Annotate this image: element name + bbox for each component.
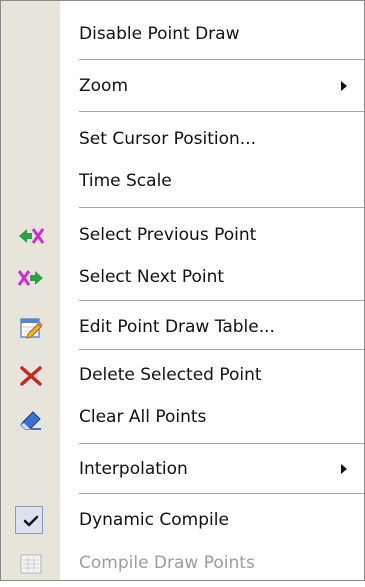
menu-separator	[79, 349, 364, 350]
context-menu: Disable Point Draw Zoom Set Cursor Posit…	[0, 0, 365, 581]
menu-item-label: Time Scale	[79, 171, 172, 191]
clear-points-icon	[17, 404, 45, 432]
menu-item-label: Compile Draw Points	[79, 553, 255, 573]
menu-item-select-next-point[interactable]: Select Next Point	[1, 255, 364, 301]
menu-item-interpolation[interactable]: Interpolation	[1, 447, 364, 493]
menu-item-dynamic-compile[interactable]: Dynamic Compile	[1, 498, 364, 544]
menu-item-label: Dynamic Compile	[79, 510, 229, 530]
menu-item-delete-selected-point[interactable]: Delete Selected Point	[1, 353, 364, 399]
checkmark-icon	[17, 507, 45, 535]
edit-table-icon	[17, 314, 45, 342]
menu-item-edit-point-draw-table[interactable]: Edit Point Draw Table...	[1, 305, 364, 351]
compile-points-icon	[17, 550, 45, 578]
select-next-point-icon	[17, 264, 45, 292]
menu-separator	[79, 443, 364, 444]
submenu-arrow-icon	[341, 464, 347, 474]
menu-separator	[79, 207, 364, 208]
menu-separator	[79, 111, 364, 112]
menu-item-label: Delete Selected Point	[79, 365, 262, 385]
submenu-arrow-icon	[341, 81, 347, 91]
menu-item-set-cursor-position[interactable]: Set Cursor Position...	[1, 117, 364, 163]
menu-item-label: Interpolation	[79, 459, 188, 479]
menu-item-label: Clear All Points	[79, 407, 207, 427]
menu-item-clear-all-points[interactable]: Clear All Points	[1, 395, 364, 441]
menu-separator	[79, 300, 364, 301]
menu-item-label: Select Next Point	[79, 267, 225, 287]
menu-separator	[79, 493, 364, 494]
menu-item-label: Select Previous Point	[79, 225, 257, 245]
select-previous-point-icon	[17, 222, 45, 250]
menu-item-select-previous-point[interactable]: Select Previous Point	[1, 213, 364, 259]
menu-item-time-scale[interactable]: Time Scale	[1, 159, 364, 205]
menu-item-label: Disable Point Draw	[79, 24, 240, 44]
menu-item-compile-draw-points: Compile Draw Points	[1, 541, 364, 587]
menu-item-label: Edit Point Draw Table...	[79, 317, 275, 337]
menu-item-disable-point-draw[interactable]: Disable Point Draw	[1, 12, 364, 58]
menu-separator	[79, 59, 364, 60]
menu-item-label: Set Cursor Position...	[79, 129, 257, 149]
delete-point-icon	[17, 362, 45, 390]
menu-item-zoom[interactable]: Zoom	[1, 64, 364, 110]
menu-item-label: Zoom	[79, 76, 129, 96]
